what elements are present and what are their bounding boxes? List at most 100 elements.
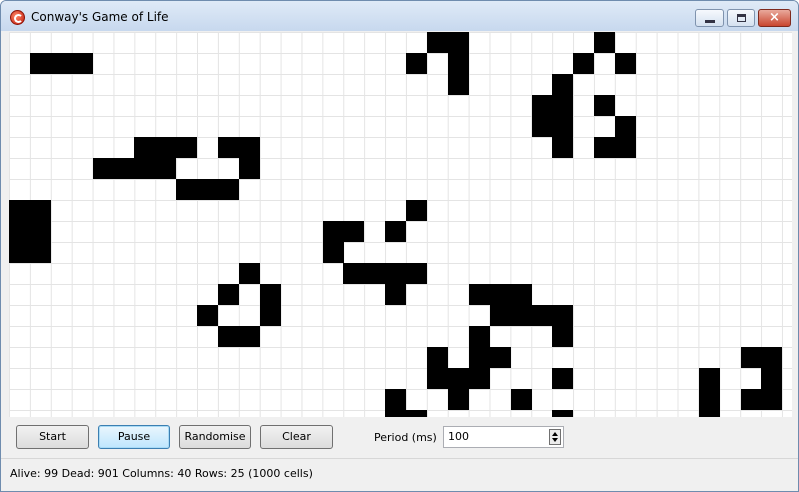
alive-cell[interactable]: [489, 305, 511, 326]
alive-cell[interactable]: [615, 137, 637, 158]
alive-cell[interactable]: [134, 158, 156, 179]
alive-cell[interactable]: [552, 74, 574, 95]
alive-cell[interactable]: [322, 242, 344, 263]
alive-cell[interactable]: [218, 137, 239, 158]
alive-cell[interactable]: [197, 179, 219, 200]
alive-cell[interactable]: [385, 389, 407, 410]
alive-cell[interactable]: [29, 200, 51, 221]
pause-button[interactable]: Pause: [98, 425, 170, 449]
alive-cell[interactable]: [406, 410, 428, 417]
alive-cell[interactable]: [134, 137, 156, 158]
alive-cell[interactable]: [218, 179, 239, 200]
spin-down-icon[interactable]: [552, 438, 558, 442]
alive-cell[interactable]: [259, 305, 281, 326]
alive-cell[interactable]: [385, 263, 407, 284]
alive-cell[interactable]: [385, 221, 407, 242]
alive-cell[interactable]: [427, 368, 448, 389]
alive-cell[interactable]: [761, 347, 783, 368]
alive-cell[interactable]: [698, 389, 720, 410]
alive-cell[interactable]: [447, 368, 469, 389]
randomise-button[interactable]: Randomise: [179, 425, 251, 449]
alive-cell[interactable]: [50, 53, 72, 74]
alive-cell[interactable]: [468, 284, 490, 305]
alive-cell[interactable]: [406, 53, 428, 74]
clear-button[interactable]: Clear: [260, 425, 333, 449]
alive-cell[interactable]: [197, 305, 219, 326]
alive-cell[interactable]: [615, 53, 637, 74]
period-value[interactable]: 100: [448, 430, 469, 443]
maximize-button[interactable]: [727, 9, 755, 27]
alive-cell[interactable]: [406, 263, 428, 284]
alive-cell[interactable]: [698, 368, 720, 389]
alive-cell[interactable]: [238, 326, 260, 347]
alive-cell[interactable]: [468, 347, 490, 368]
alive-cell[interactable]: [238, 158, 260, 179]
alive-cell[interactable]: [594, 95, 616, 116]
alive-cell[interactable]: [531, 305, 553, 326]
alive-cell[interactable]: [740, 389, 762, 410]
minimize-button[interactable]: [695, 9, 724, 27]
alive-cell[interactable]: [9, 200, 30, 221]
alive-cell[interactable]: [238, 263, 260, 284]
alive-cell[interactable]: [489, 347, 511, 368]
alive-cell[interactable]: [510, 284, 532, 305]
alive-cell[interactable]: [510, 389, 532, 410]
alive-cell[interactable]: [259, 284, 281, 305]
alive-cell[interactable]: [761, 389, 783, 410]
alive-cell[interactable]: [594, 137, 616, 158]
alive-cell[interactable]: [155, 158, 177, 179]
alive-cell[interactable]: [615, 116, 637, 137]
start-button[interactable]: Start: [16, 425, 89, 449]
alive-cell[interactable]: [447, 74, 469, 95]
alive-cell[interactable]: [552, 326, 574, 347]
alive-cell[interactable]: [9, 242, 30, 263]
alive-cell[interactable]: [113, 158, 135, 179]
alive-cell[interactable]: [447, 389, 469, 410]
alive-cell[interactable]: [698, 410, 720, 417]
alive-cell[interactable]: [468, 368, 490, 389]
alive-cell[interactable]: [531, 95, 553, 116]
alive-cell[interactable]: [92, 158, 114, 179]
alive-cell[interactable]: [29, 221, 51, 242]
alive-cell[interactable]: [155, 137, 177, 158]
alive-cell[interactable]: [573, 53, 595, 74]
alive-cell[interactable]: [552, 305, 574, 326]
alive-cell[interactable]: [552, 116, 574, 137]
period-spinbox[interactable]: 100: [443, 426, 564, 448]
spin-up-icon[interactable]: [552, 432, 558, 436]
alive-cell[interactable]: [364, 263, 386, 284]
alive-cell[interactable]: [427, 32, 448, 53]
alive-cell[interactable]: [447, 32, 469, 53]
period-stepper[interactable]: [549, 429, 561, 445]
alive-cell[interactable]: [176, 179, 198, 200]
life-board[interactable]: [9, 32, 792, 417]
alive-cell[interactable]: [29, 242, 51, 263]
alive-cell[interactable]: [406, 200, 428, 221]
alive-cell[interactable]: [238, 137, 260, 158]
alive-cell[interactable]: [218, 326, 239, 347]
alive-cell[interactable]: [322, 221, 344, 242]
alive-cell[interactable]: [468, 326, 490, 347]
alive-cell[interactable]: [552, 137, 574, 158]
alive-cell[interactable]: [447, 53, 469, 74]
alive-cell[interactable]: [740, 347, 762, 368]
alive-cell[interactable]: [427, 347, 448, 368]
title-bar[interactable]: Conway's Game of Life ×: [1, 1, 798, 31]
alive-cell[interactable]: [385, 284, 407, 305]
alive-cell[interactable]: [552, 95, 574, 116]
alive-cell[interactable]: [594, 32, 616, 53]
alive-cell[interactable]: [552, 410, 574, 417]
alive-cell[interactable]: [761, 368, 783, 389]
alive-cell[interactable]: [9, 221, 30, 242]
alive-cell[interactable]: [71, 53, 93, 74]
alive-cell[interactable]: [385, 410, 407, 417]
alive-cell[interactable]: [176, 137, 198, 158]
alive-cell[interactable]: [343, 221, 365, 242]
alive-cell[interactable]: [489, 284, 511, 305]
alive-cell[interactable]: [510, 305, 532, 326]
alive-cell[interactable]: [531, 116, 553, 137]
alive-cell[interactable]: [29, 53, 51, 74]
alive-cell[interactable]: [218, 284, 239, 305]
alive-cell[interactable]: [552, 368, 574, 389]
close-button[interactable]: ×: [758, 9, 791, 27]
